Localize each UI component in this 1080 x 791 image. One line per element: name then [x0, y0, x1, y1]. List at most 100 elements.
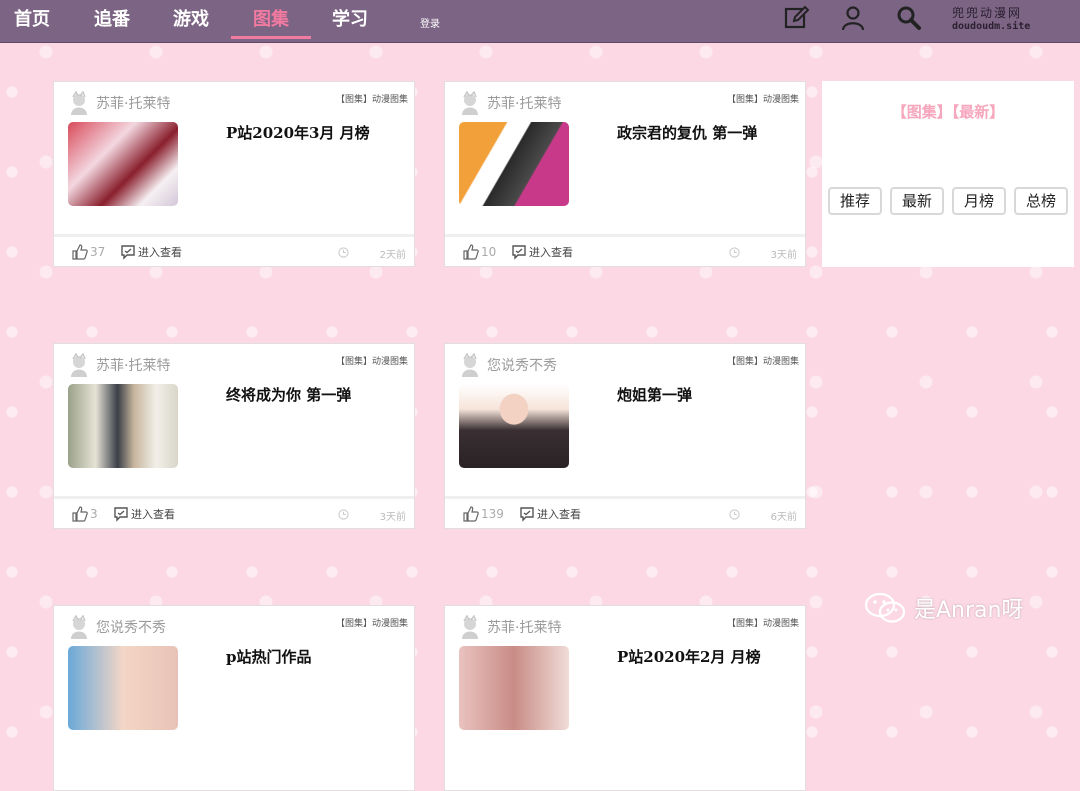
- post-time: 3天前: [379, 512, 406, 523]
- view-link[interactable]: 进入查看: [519, 506, 581, 522]
- view-label: 进入查看: [529, 246, 573, 259]
- author-name: 您说秀不秀: [96, 620, 166, 636]
- gallery-card[interactable]: 苏菲·托莱特 【图集】动漫图集 终将成为你 第一弹 3 进入查看 3天前: [53, 343, 415, 529]
- card-author[interactable]: 您说秀不秀: [68, 615, 166, 639]
- like-button[interactable]: 139: [463, 506, 504, 522]
- post-time: 6天前: [770, 512, 797, 523]
- edit-icon[interactable]: [784, 5, 810, 31]
- card-category[interactable]: 【图集】动漫图集: [727, 354, 799, 367]
- like-button[interactable]: 10: [463, 244, 496, 260]
- avatar-icon: [71, 615, 87, 639]
- post-time: 2天前: [379, 250, 406, 261]
- card-footer: 37 进入查看 2天前: [54, 234, 414, 266]
- author-name: 苏菲·托莱特: [487, 96, 562, 112]
- message-icon: [114, 507, 128, 522]
- view-link[interactable]: 进入查看: [113, 506, 175, 522]
- search-icon[interactable]: [896, 5, 922, 31]
- card-thumbnail[interactable]: [459, 646, 569, 730]
- active-tab-indicator: [231, 36, 311, 39]
- ranking-panel-title: 【图集】【最新】: [891, 103, 1005, 121]
- card-thumbnail[interactable]: [68, 122, 178, 206]
- like-button[interactable]: 3: [72, 506, 98, 522]
- card-title[interactable]: 终将成为你 第一弹: [226, 384, 406, 405]
- card-author[interactable]: 您说秀不秀: [459, 353, 557, 377]
- view-link[interactable]: 进入查看: [511, 244, 573, 260]
- avatar-icon: [462, 353, 478, 377]
- message-icon: [512, 245, 526, 260]
- card-category[interactable]: 【图集】动漫图集: [336, 354, 408, 367]
- user-icon[interactable]: [840, 5, 866, 31]
- avatar-icon: [462, 615, 478, 639]
- site-logo[interactable]: 兜兜动漫网 doudoudm.site: [952, 7, 1030, 33]
- like-count: 139: [481, 507, 504, 521]
- ranking-panel: 【图集】【最新】 推荐 最新 月榜 总榜: [822, 81, 1074, 267]
- gallery-card[interactable]: 您说秀不秀 【图集】动漫图集 炮姐第一弹 139 进入查看 6天前: [444, 343, 806, 529]
- gallery-card[interactable]: 您说秀不秀 【图集】动漫图集 p站热门作品: [53, 605, 415, 791]
- gallery-card[interactable]: 苏菲·托莱特 【图集】动漫图集 P站2020年2月 月榜: [444, 605, 806, 791]
- login-link[interactable]: 登录: [420, 15, 440, 30]
- thumbs-up-icon: [72, 506, 88, 522]
- card-thumbnail[interactable]: [459, 384, 569, 468]
- author-name: 您说秀不秀: [487, 358, 557, 374]
- card-category[interactable]: 【图集】动漫图集: [336, 616, 408, 629]
- like-button[interactable]: 37: [72, 244, 105, 260]
- clock-icon: [338, 509, 349, 520]
- avatar-icon: [462, 91, 478, 115]
- post-time: 3天前: [770, 250, 797, 261]
- message-icon: [121, 245, 135, 260]
- card-author[interactable]: 苏菲·托莱特: [68, 91, 170, 115]
- avatar-icon: [71, 91, 87, 115]
- like-count: 10: [481, 245, 497, 259]
- site-logo-name: 兜兜动漫网: [952, 6, 1023, 20]
- clock-icon: [338, 247, 349, 258]
- card-thumbnail[interactable]: [68, 646, 178, 730]
- wechat-icon: [864, 592, 906, 623]
- card-footer: 10 进入查看 3天前: [445, 234, 805, 266]
- nav-gallery[interactable]: 图集: [243, 8, 299, 34]
- card-footer: 139 进入查看 6天前: [445, 496, 805, 528]
- card-title[interactable]: p站热门作品: [226, 646, 406, 667]
- author-name: 苏菲·托莱特: [96, 358, 171, 374]
- nav-home[interactable]: 首页: [4, 8, 60, 34]
- nav-anime-follow[interactable]: 追番: [84, 8, 140, 34]
- view-link[interactable]: 进入查看: [120, 244, 182, 260]
- nav-games[interactable]: 游戏: [163, 8, 219, 34]
- card-category[interactable]: 【图集】动漫图集: [727, 616, 799, 629]
- gallery-card[interactable]: 苏菲·托莱特 【图集】动漫图集 P站2020年3月 月榜 37 进入查看 2天前: [53, 81, 415, 267]
- view-label: 进入查看: [537, 508, 581, 521]
- recommend-button[interactable]: 推荐: [828, 187, 882, 215]
- card-title[interactable]: P站2020年2月 月榜: [617, 646, 797, 667]
- wechat-watermark: 是Anran呀: [864, 592, 1023, 624]
- latest-button[interactable]: 最新: [890, 187, 944, 215]
- card-author[interactable]: 苏菲·托莱特: [459, 615, 561, 639]
- card-title[interactable]: 政宗君的复仇 第一弹: [617, 122, 797, 143]
- card-footer: 3 进入查看 3天前: [54, 496, 414, 528]
- clock-icon: [729, 247, 740, 258]
- message-icon: [520, 507, 534, 522]
- card-title[interactable]: P站2020年3月 月榜: [226, 122, 406, 143]
- thumbs-up-icon: [463, 506, 479, 522]
- like-count: 37: [90, 245, 106, 259]
- thumbs-up-icon: [72, 244, 88, 260]
- card-title[interactable]: 炮姐第一弹: [617, 384, 797, 405]
- like-count: 3: [90, 507, 98, 521]
- top-nav-bar: 首页 追番 游戏 图集 学习 登录 兜兜动漫网 doudoudm.site: [0, 0, 1080, 43]
- author-name: 苏菲·托莱特: [96, 96, 171, 112]
- card-author[interactable]: 苏菲·托莱特: [459, 91, 561, 115]
- watermark-text: 是Anran呀: [914, 598, 1024, 623]
- card-thumbnail[interactable]: [459, 122, 569, 206]
- nav-study[interactable]: 学习: [322, 8, 378, 34]
- clock-icon: [729, 509, 740, 520]
- thumbs-up-icon: [463, 244, 479, 260]
- card-category[interactable]: 【图集】动漫图集: [336, 92, 408, 105]
- monthly-ranking-button[interactable]: 月榜: [952, 187, 1006, 215]
- view-label: 进入查看: [131, 508, 175, 521]
- card-thumbnail[interactable]: [68, 384, 178, 468]
- avatar-icon: [71, 353, 87, 377]
- card-author[interactable]: 苏菲·托莱特: [68, 353, 170, 377]
- card-category[interactable]: 【图集】动漫图集: [727, 92, 799, 105]
- site-logo-domain: doudoudm.site: [952, 21, 1031, 32]
- gallery-card[interactable]: 苏菲·托莱特 【图集】动漫图集 政宗君的复仇 第一弹 10 进入查看 3天前: [444, 81, 806, 267]
- author-name: 苏菲·托莱特: [487, 620, 562, 636]
- overall-ranking-button[interactable]: 总榜: [1014, 187, 1068, 215]
